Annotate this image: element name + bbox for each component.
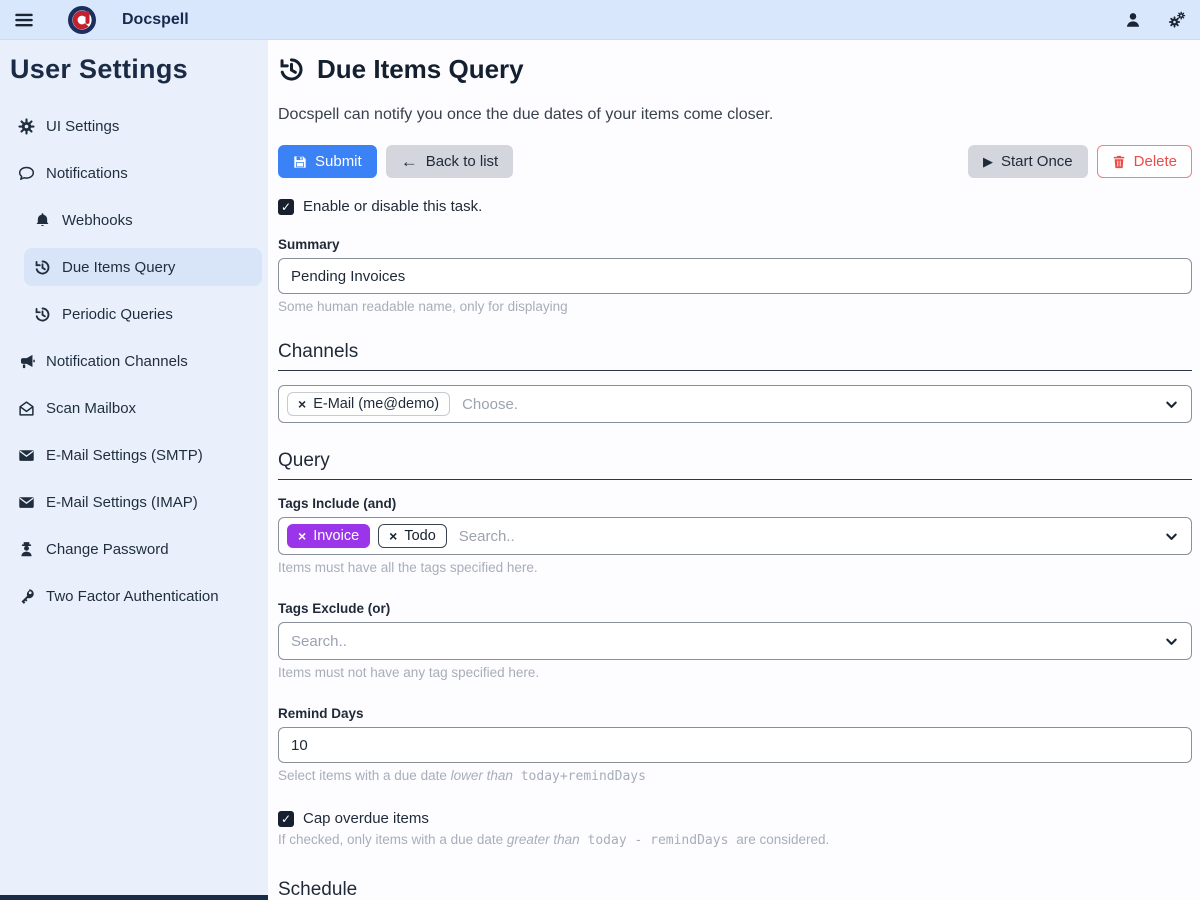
hamburger-menu-icon[interactable] xyxy=(14,10,34,30)
channels-placeholder: Choose. xyxy=(462,396,518,413)
sidebar-item-label: Scan Mailbox xyxy=(46,400,136,417)
back-to-list-button[interactable]: ← Back to list xyxy=(386,145,514,178)
start-once-button[interactable]: ▶ Start Once xyxy=(968,145,1088,178)
sidebar-item-label: Notifications xyxy=(46,165,128,182)
tag-chip-todo[interactable]: × Todo xyxy=(378,524,447,548)
sidebar-item-change-password[interactable]: Change Password xyxy=(8,530,262,568)
sidebar-item-webhooks[interactable]: Webhooks xyxy=(24,201,262,239)
schedule-section-heading: Schedule xyxy=(278,879,1192,900)
chevron-down-icon[interactable] xyxy=(1164,634,1179,649)
sidebar-item-ui-settings[interactable]: UI Settings xyxy=(8,107,262,145)
comment-icon xyxy=(18,165,35,182)
channels-section-heading: Channels xyxy=(278,341,1192,371)
arrow-left-icon: ← xyxy=(401,153,418,170)
checkbox-checked-icon[interactable]: ✓ xyxy=(278,811,294,827)
tag-chip-label: Todo xyxy=(404,528,435,544)
sidebar-item-label: Notification Channels xyxy=(46,353,188,370)
cap-overdue-label: Cap overdue items xyxy=(303,810,429,827)
sidebar-item-periodic-queries[interactable]: Periodic Queries xyxy=(24,295,262,333)
brand-name[interactable]: Docspell xyxy=(122,11,189,29)
query-section-heading: Query xyxy=(278,450,1192,480)
envelope-icon xyxy=(18,494,35,511)
bullhorn-icon xyxy=(18,353,35,370)
enable-task-label: Enable or disable this task. xyxy=(303,198,482,215)
remind-days-label: Remind Days xyxy=(278,706,1192,721)
play-icon: ▶ xyxy=(983,155,993,168)
sidebar-item-scan-mailbox[interactable]: Scan Mailbox xyxy=(8,389,262,427)
sidebar-item-email-settings-smtp[interactable]: E-Mail Settings (SMTP) xyxy=(8,436,262,474)
sidebar-item-label: E-Mail Settings (IMAP) xyxy=(46,494,198,511)
sidebar-item-notifications[interactable]: Notifications xyxy=(8,154,262,192)
history-icon xyxy=(34,306,51,323)
sidebar-item-notification-channels[interactable]: Notification Channels xyxy=(8,342,262,380)
tags-include-select[interactable]: × Invoice × Todo Search.. xyxy=(278,517,1192,555)
tags-exclude-help: Items must not have any tag specified he… xyxy=(278,665,1192,680)
bell-icon xyxy=(34,212,51,229)
remind-days-input[interactable] xyxy=(278,727,1192,763)
enable-task-checkbox-row[interactable]: ✓ Enable or disable this task. xyxy=(278,198,1192,215)
channels-select[interactable]: × E-Mail (me@demo) Choose. xyxy=(278,385,1192,423)
sidebar-item-label: Due Items Query xyxy=(62,259,175,276)
sidebar-item-label: UI Settings xyxy=(46,118,119,135)
remind-days-help: Select items with a due date lower than … xyxy=(278,768,1192,784)
sidebar-item-label: Two Factor Authentication xyxy=(46,588,219,605)
channel-chip[interactable]: × E-Mail (me@demo) xyxy=(287,392,450,416)
trash-icon xyxy=(1112,155,1126,169)
submit-button[interactable]: Submit xyxy=(278,145,377,178)
settings-cogs-icon[interactable] xyxy=(1168,11,1186,29)
delete-button-label: Delete xyxy=(1134,153,1177,170)
page-title: Due Items Query xyxy=(317,54,524,85)
tags-include-label: Tags Include (and) xyxy=(278,496,1192,511)
cap-overdue-checkbox-row[interactable]: ✓ Cap overdue items xyxy=(278,810,1192,827)
tags-include-placeholder: Search.. xyxy=(459,528,515,545)
gear-icon xyxy=(18,118,35,135)
sidebar-footer-bar xyxy=(0,895,268,900)
key-icon xyxy=(18,588,35,605)
tags-exclude-select[interactable]: Search.. xyxy=(278,622,1192,660)
channel-chip-label: E-Mail (me@demo) xyxy=(313,396,439,412)
user-account-icon[interactable] xyxy=(1124,11,1142,29)
back-button-label: Back to list xyxy=(426,153,499,170)
docspell-logo-icon[interactable] xyxy=(68,6,96,34)
summary-help: Some human readable name, only for displ… xyxy=(278,299,1192,314)
user-secret-icon xyxy=(18,541,35,558)
tags-exclude-label: Tags Exclude (or) xyxy=(278,601,1192,616)
sidebar-item-label: Change Password xyxy=(46,541,169,558)
sidebar-item-label: Periodic Queries xyxy=(62,306,173,323)
sidebar-item-due-items-query[interactable]: Due Items Query xyxy=(24,248,262,286)
history-icon xyxy=(278,56,305,83)
start-once-label: Start Once xyxy=(1001,153,1073,170)
tags-exclude-placeholder: Search.. xyxy=(291,633,347,650)
sidebar-item-label: Webhooks xyxy=(62,212,133,229)
checkbox-checked-icon[interactable]: ✓ xyxy=(278,199,294,215)
sidebar-item-email-settings-imap[interactable]: E-Mail Settings (IMAP) xyxy=(8,483,262,521)
tag-chip-label: Invoice xyxy=(313,528,359,544)
remove-chip-icon[interactable]: × xyxy=(298,529,306,543)
remove-chip-icon[interactable]: × xyxy=(389,529,397,543)
main-content: Due Items Query Docspell can notify you … xyxy=(268,40,1200,900)
tag-chip-invoice[interactable]: × Invoice xyxy=(287,524,370,548)
sidebar-item-label: E-Mail Settings (SMTP) xyxy=(46,447,203,464)
submit-button-label: Submit xyxy=(315,153,362,170)
summary-input[interactable] xyxy=(278,258,1192,294)
chevron-down-icon[interactable] xyxy=(1164,529,1179,544)
chevron-down-icon[interactable] xyxy=(1164,397,1179,412)
cap-overdue-help: If checked, only items with a due date g… xyxy=(278,832,1192,848)
envelope-open-icon xyxy=(18,400,35,417)
delete-button[interactable]: Delete xyxy=(1097,145,1192,178)
summary-label: Summary xyxy=(278,237,1192,252)
save-icon xyxy=(293,155,307,169)
top-navbar: Docspell xyxy=(0,0,1200,40)
envelope-icon xyxy=(18,447,35,464)
sidebar: User Settings UI Settings Notifications xyxy=(0,40,268,900)
tags-include-help: Items must have all the tags specified h… xyxy=(278,560,1192,575)
page-description: Docspell can notify you once the due dat… xyxy=(278,106,1192,124)
sidebar-title: User Settings xyxy=(8,50,262,85)
sidebar-item-two-factor-auth[interactable]: Two Factor Authentication xyxy=(8,577,262,615)
history-icon xyxy=(34,259,51,276)
remove-chip-icon[interactable]: × xyxy=(298,397,306,411)
